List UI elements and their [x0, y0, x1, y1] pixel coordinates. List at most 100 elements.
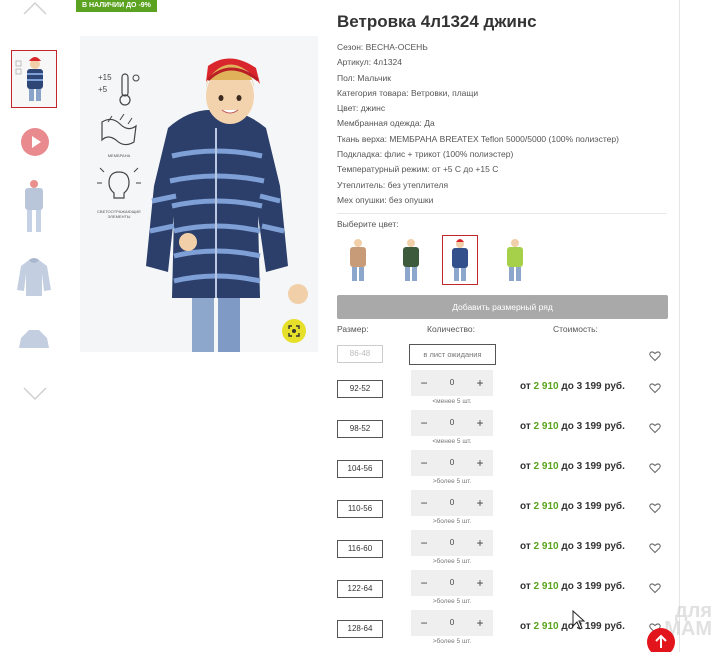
price-prefix: от [520, 381, 534, 392]
thumbs-up-arrow-icon[interactable] [22, 0, 48, 16]
color-swatch-beige[interactable] [340, 235, 376, 285]
product-page: В НАЛИЧИИ ДО -9% +15 +5 МЕМБРАНА СВЕТООТ… [0, 0, 712, 652]
price: от 2 910 до 3 199 руб. [520, 581, 625, 592]
color-swatch-lime[interactable] [497, 235, 533, 285]
price-suffix: до 3 199 руб. [558, 461, 625, 472]
spec-membrane: Мембранная одежда: Да [337, 118, 435, 129]
product-main-image[interactable]: +15 +5 МЕМБРАНА СВЕТООТРАЖАЮЩИЕ ЭЛЕМЕНТЫ [80, 36, 318, 352]
decrement-button[interactable]: − [417, 410, 431, 436]
decrement-button[interactable]: − [417, 530, 431, 556]
increment-button[interactable]: + [473, 410, 487, 436]
header-size: Размер: [337, 324, 369, 334]
membrane-feature: МЕМБРАНА [94, 113, 144, 158]
size-86-48: 86-48 [337, 345, 383, 363]
size-row: 110-56 −0 + >более 5 шт. от 2 910 до 3 199 р… [0, 490, 712, 530]
decrement-button[interactable]: − [417, 450, 431, 476]
increment-button[interactable]: + [473, 610, 487, 636]
add-size-range-button[interactable]: Добавить размерный ряд [337, 295, 668, 319]
spec-temperature: Температурный режим: от +5 С до +15 С [337, 164, 499, 175]
price-prefix: от [520, 581, 534, 592]
decrement-button[interactable]: − [417, 610, 431, 636]
temp-bottom-label: +5 [98, 85, 108, 94]
favorite-heart-icon[interactable] [649, 542, 661, 554]
increment-button[interactable]: + [473, 450, 487, 476]
color-swatch-jeans[interactable] [442, 235, 478, 285]
thumbnail-back[interactable] [11, 178, 57, 236]
price-suffix: до 3 199 руб. [558, 581, 625, 592]
price-from: 2 910 [533, 541, 559, 552]
zoom-icon[interactable] [282, 319, 306, 343]
size-button[interactable]: 122-64 [337, 580, 383, 598]
price-from: 2 910 [533, 581, 559, 592]
thumbnail-jacket[interactable] [11, 254, 57, 312]
favorite-heart-icon[interactable] [649, 462, 661, 474]
size-button[interactable]: 104-56 [337, 460, 383, 478]
quantity-value[interactable]: 0 [438, 530, 466, 556]
spec-gender: Пол: Мальчик [337, 72, 391, 83]
price-prefix: от [520, 501, 534, 512]
price-suffix: до 3 199 руб. [558, 541, 625, 552]
size-row: 98-52 −0 + <менее 5 шт. от 2 910 до 3 199 ру… [0, 410, 712, 450]
reflective-feature: СВЕТООТРАЖАЮЩИЕ ЭЛЕМЕНТЫ [94, 166, 144, 219]
price-from: 2 910 [533, 621, 559, 632]
decrement-button[interactable]: − [417, 490, 431, 516]
price-suffix: до 3 199 руб. [558, 381, 625, 392]
price-prefix: от [520, 621, 534, 632]
waitlist-button[interactable]: в лист ожидания [409, 344, 496, 365]
header-cost: Стоимость: [553, 324, 598, 334]
increment-button[interactable]: + [473, 570, 487, 596]
favorite-heart-icon[interactable] [649, 502, 661, 514]
quantity-stepper: −0 + [411, 570, 493, 596]
decrement-button[interactable]: − [417, 370, 431, 396]
choose-color-label: Выберите цвет: [337, 219, 399, 229]
quantity-value[interactable]: 0 [438, 410, 466, 436]
favorite-heart-icon[interactable] [649, 422, 661, 434]
price: от 2 910 до 3 199 руб. [520, 541, 625, 552]
thumbnail-front[interactable] [11, 50, 57, 108]
stock-note: <менее 5 шт. [432, 438, 472, 445]
price-suffix: до 3 199 руб. [558, 421, 625, 432]
decrement-button[interactable]: − [417, 570, 431, 596]
size-row: 92-52 −0 + <менее 5 шт. от 2 910 до 3 199 ру… [0, 370, 712, 410]
spec-fur: Мех опушки: без опушки [337, 194, 434, 205]
temperature-feature: +15 +5 [94, 68, 144, 113]
quantity-value[interactable]: 0 [438, 450, 466, 476]
stock-note: >более 5 шт. [432, 598, 472, 605]
price-from: 2 910 [533, 381, 559, 392]
quantity-value[interactable]: 0 [438, 370, 466, 396]
stock-note: >более 5 шт. [432, 518, 472, 525]
increment-button[interactable]: + [473, 370, 487, 396]
increment-button[interactable]: + [473, 530, 487, 556]
spec-category: Категория товара: Ветровки, плащи [337, 87, 479, 98]
video-play-icon[interactable] [21, 128, 49, 156]
size-button[interactable]: 116-60 [337, 540, 383, 558]
increment-button[interactable]: + [473, 490, 487, 516]
quantity-stepper: −0 + [411, 530, 493, 556]
product-specs: Сезон: ВЕСНА-ОСЕНЬ Артикул: 4л1324 Пол: … [337, 40, 667, 208]
temp-top-label: +15 [98, 73, 112, 82]
size-button[interactable]: 92-52 [337, 380, 383, 398]
quantity-value[interactable]: 0 [438, 610, 466, 636]
size-row: 104-56 −0 + >более 5 шт. от 2 910 до 3 199 р… [0, 450, 712, 490]
thumbnail-partial[interactable] [11, 324, 57, 348]
quantity-value[interactable]: 0 [438, 490, 466, 516]
size-button[interactable]: 98-52 [337, 420, 383, 438]
quantity-value[interactable]: 0 [438, 570, 466, 596]
membrane-caption: МЕМБРАНА [107, 153, 131, 158]
favorite-heart-icon[interactable] [649, 382, 661, 394]
price-from: 2 910 [533, 501, 559, 512]
color-swatch-green[interactable] [393, 235, 429, 285]
favorite-heart-icon[interactable] [649, 582, 661, 594]
favorite-heart-icon[interactable] [649, 350, 661, 362]
spec-season: Сезон: ВЕСНА-ОСЕНЬ [337, 42, 428, 52]
size-button[interactable]: 110-56 [337, 500, 383, 518]
divider [337, 213, 667, 214]
price-prefix: от [520, 461, 534, 472]
price-prefix: от [520, 421, 534, 432]
quantity-stepper: −0 + [411, 450, 493, 476]
size-button[interactable]: 128-64 [337, 620, 383, 638]
product-title: Ветровка 4л1324 джинс [337, 12, 537, 31]
price: от 2 910 до 3 199 руб. [520, 421, 625, 432]
quantity-stepper: −0 + [411, 410, 493, 436]
scroll-to-top-button[interactable] [647, 628, 675, 652]
